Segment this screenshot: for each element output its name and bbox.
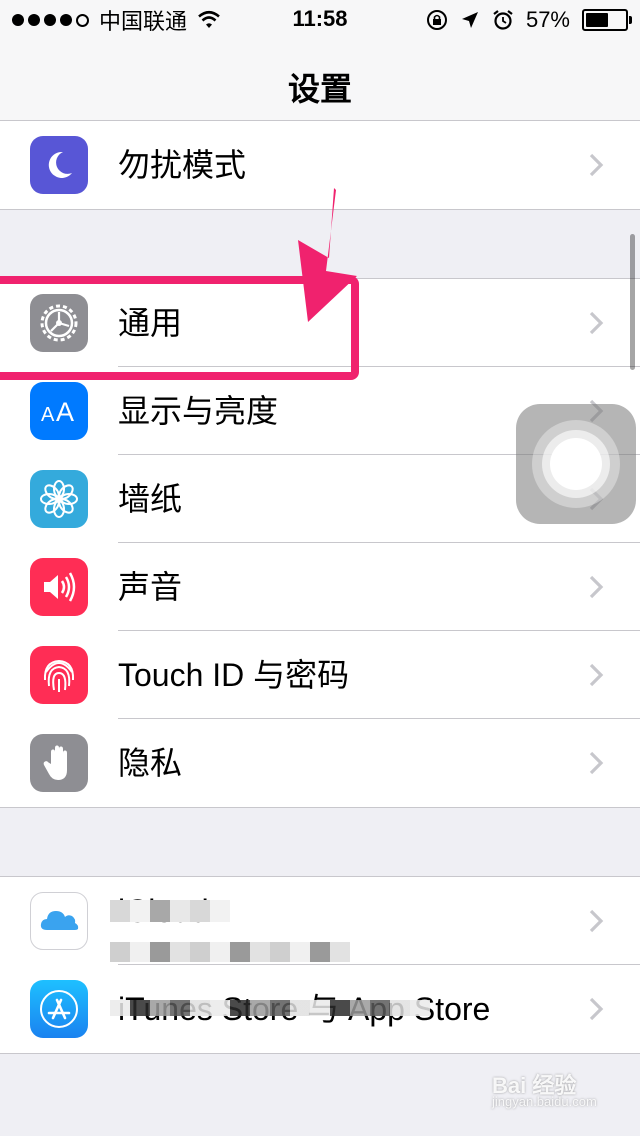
chevron-right-icon <box>589 909 604 933</box>
status-bar: 中国联通 11:58 57% <box>0 0 640 40</box>
hand-icon <box>30 734 88 792</box>
alarm-icon <box>493 10 513 30</box>
settings-row-touch-id[interactable]: Touch ID 与密码 <box>0 631 640 719</box>
redaction-mosaic-icloud-account <box>110 942 350 962</box>
speaker-icon <box>30 558 88 616</box>
app-store-icon <box>30 980 88 1038</box>
settings-group-focus: 勿扰模式 <box>0 120 640 210</box>
cloud-icon <box>30 892 88 950</box>
settings-row-label: 勿扰模式 <box>118 147 247 183</box>
location-arrow-icon <box>461 12 478 28</box>
chevron-right-icon <box>589 575 604 599</box>
assistive-touch-button[interactable] <box>516 404 636 524</box>
settings-row-general[interactable]: 通用 <box>0 279 640 367</box>
settings-row-sounds[interactable]: 声音 <box>0 543 640 631</box>
settings-row-privacy[interactable]: 隐私 <box>0 719 640 807</box>
settings-row-label: 显示与亮度 <box>118 393 279 429</box>
svg-text:A: A <box>41 404 55 426</box>
settings-row-label: 声音 <box>118 569 183 605</box>
settings-group-accounts: iCloud iTunes Store 与 App Store <box>0 876 640 1054</box>
chevron-right-icon <box>589 663 604 687</box>
svg-text:A: A <box>56 397 74 427</box>
aa-text-icon: A A <box>30 382 88 440</box>
scroll-indicator <box>630 234 635 370</box>
status-bar-right: 57% <box>426 6 632 34</box>
watermark-url: jingyan.baidu.com <box>492 1094 597 1109</box>
redaction-mosaic-icloud-name <box>110 900 230 922</box>
settings-row-label: Touch ID 与密码 <box>118 657 350 693</box>
rotation-lock-icon <box>426 10 447 30</box>
gear-icon <box>30 294 88 352</box>
settings-group-device: 通用 A A 显示与亮度 墙纸 声音 Touch ID 与密码 隐私 <box>0 278 640 808</box>
moon-icon <box>30 136 88 194</box>
fingerprint-icon <box>30 646 88 704</box>
battery-icon <box>582 9 632 31</box>
settings-row-label: 通用 <box>118 305 183 341</box>
battery-percent: 57% <box>525 7 570 32</box>
settings-row-label: 墙纸 <box>118 481 183 517</box>
chevron-right-icon <box>589 311 604 335</box>
chevron-right-icon <box>589 751 604 775</box>
flower-icon <box>30 470 88 528</box>
settings-row-do-not-disturb[interactable]: 勿扰模式 <box>0 121 640 209</box>
settings-row-label: 隐私 <box>118 745 183 781</box>
redaction-mosaic-itunes-label <box>110 1000 430 1016</box>
page-title: 设置 <box>287 71 352 107</box>
chevron-right-icon <box>589 153 604 177</box>
navigation-bar: 设置 <box>0 40 640 129</box>
chevron-right-icon <box>589 997 604 1021</box>
